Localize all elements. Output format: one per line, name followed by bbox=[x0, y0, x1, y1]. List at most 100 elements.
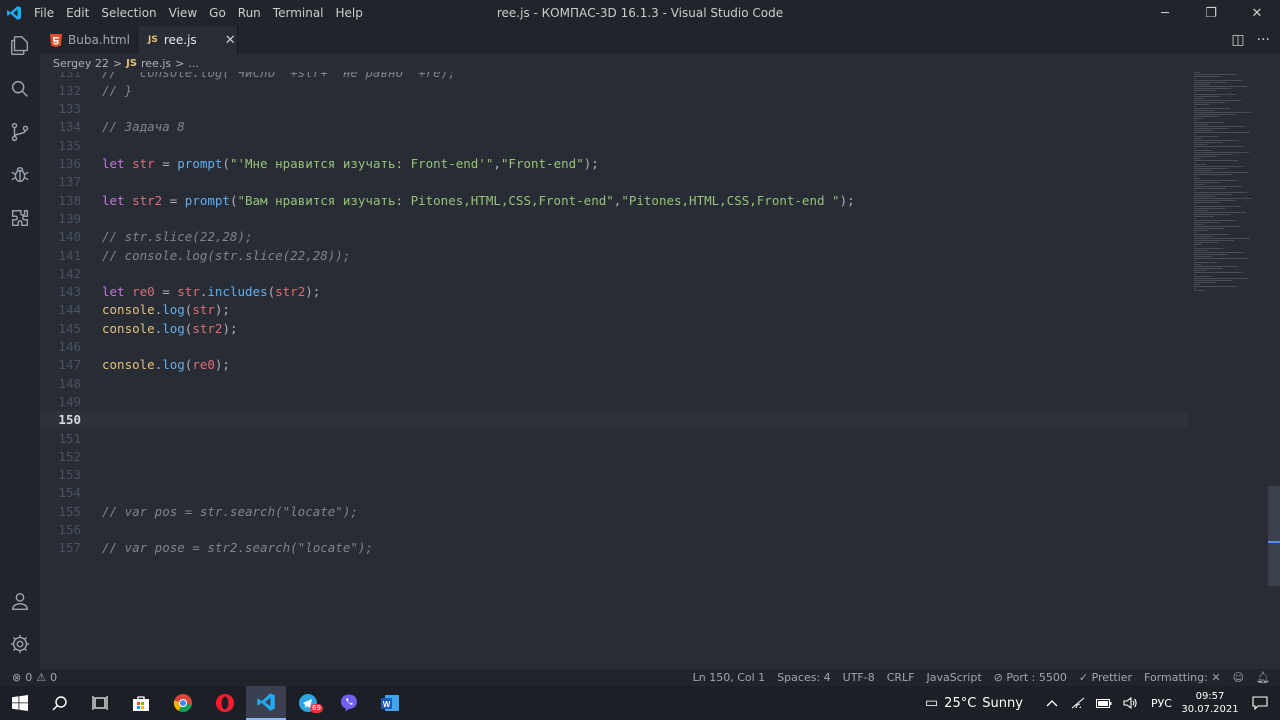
notifications-bell-icon[interactable]: 🔔︎ bbox=[1256, 671, 1270, 684]
prettier-status[interactable]: ✓ Prettier bbox=[1079, 671, 1132, 684]
notification-center-icon[interactable] bbox=[1240, 686, 1280, 720]
live-server-port[interactable]: ⊘ Port : 5500 bbox=[994, 671, 1067, 684]
minimap-line bbox=[1194, 198, 1252, 199]
code-line[interactable]: 153 bbox=[40, 466, 1188, 484]
code-line[interactable]: 141 // console.log(str.slice(22,28)); bbox=[40, 247, 1188, 265]
menu-selection[interactable]: Selection bbox=[95, 0, 162, 26]
minimap-line bbox=[1194, 246, 1196, 247]
store-icon[interactable] bbox=[121, 686, 161, 720]
explorer-icon[interactable] bbox=[0, 26, 40, 66]
formatting-status[interactable]: Formatting: ✕ bbox=[1144, 671, 1221, 684]
close-tab-icon[interactable]: ✕ bbox=[225, 33, 236, 48]
menu-file[interactable]: File bbox=[28, 0, 60, 26]
tab-ree-js[interactable]: JS ree.js ✕ bbox=[138, 26, 238, 54]
code-line[interactable]: 132 // } bbox=[40, 82, 1188, 100]
code-line[interactable]: 146 bbox=[40, 338, 1188, 356]
menu-go[interactable]: Go bbox=[203, 0, 232, 26]
scrollbar-thumb[interactable] bbox=[1268, 486, 1280, 586]
minimap-line bbox=[1194, 108, 1230, 109]
start-windows-icon[interactable] bbox=[0, 686, 40, 720]
battery-icon[interactable] bbox=[1091, 686, 1117, 720]
code-line[interactable]: 151 bbox=[40, 430, 1188, 448]
vertical-scrollbar[interactable] bbox=[1268, 72, 1280, 669]
minimap-line bbox=[1194, 242, 1218, 243]
code-line[interactable]: 149 bbox=[40, 393, 1188, 411]
code-line[interactable]: 131 // console.log("Число "+str+" не равн… bbox=[40, 72, 1188, 82]
code-line[interactable]: 150 bbox=[40, 411, 1188, 430]
code-token: // console.log(str.slice(22,28)); bbox=[102, 247, 351, 263]
code-line[interactable]: 142 bbox=[40, 265, 1188, 283]
volume-icon[interactable] bbox=[1117, 686, 1143, 720]
code-line[interactable]: 145 console.log(str2); bbox=[40, 320, 1188, 338]
menu-terminal[interactable]: Terminal bbox=[267, 0, 330, 26]
menu-run[interactable]: Run bbox=[232, 0, 267, 26]
opera-icon[interactable] bbox=[205, 686, 245, 720]
code-line[interactable]: 140 // str.slice(22,28); bbox=[40, 228, 1188, 246]
line-number: 143 bbox=[58, 284, 81, 300]
minimap[interactable] bbox=[1190, 72, 1268, 669]
code-line[interactable]: 148 bbox=[40, 375, 1188, 393]
menu-view[interactable]: View bbox=[163, 0, 203, 26]
menu-help[interactable]: Help bbox=[330, 0, 369, 26]
code-line[interactable]: 143 let re0 = str.includes(str2); bbox=[40, 283, 1188, 301]
breadcrumb-symbols[interactable]: ... bbox=[188, 57, 199, 70]
vscode-taskbar-icon[interactable] bbox=[246, 686, 286, 720]
code-line[interactable]: 139 bbox=[40, 210, 1188, 228]
code-line[interactable]: 134 // Задача 8 bbox=[40, 118, 1188, 136]
indentation[interactable]: Spaces: 4 bbox=[777, 671, 830, 684]
weather-widget[interactable]: ▭ 25°C Sunny bbox=[925, 695, 1023, 711]
more-actions-icon[interactable]: ··· bbox=[1257, 32, 1270, 48]
editor-actions: ◫ ··· bbox=[1231, 26, 1270, 54]
settings-gear-icon[interactable] bbox=[0, 624, 40, 664]
taskbar-search-icon[interactable] bbox=[40, 686, 80, 720]
menu-edit[interactable]: Edit bbox=[60, 0, 95, 26]
viber-icon[interactable] bbox=[329, 686, 369, 720]
code-line[interactable]: 135 bbox=[40, 137, 1188, 155]
end-of-line[interactable]: CRLF bbox=[887, 671, 915, 684]
network-icon[interactable] bbox=[1065, 686, 1091, 720]
chrome-icon[interactable] bbox=[163, 686, 203, 720]
maximize-button[interactable]: ❐ bbox=[1188, 0, 1234, 26]
input-language[interactable]: РУС bbox=[1151, 697, 1172, 710]
encoding[interactable]: UTF-8 bbox=[843, 671, 875, 684]
code-line[interactable]: 137 bbox=[40, 173, 1188, 191]
minimap-line bbox=[1194, 234, 1229, 235]
breadcrumb-folder[interactable]: Sergey 22 bbox=[53, 57, 109, 70]
code-line[interactable]: 147 console.log(re0); bbox=[40, 356, 1188, 374]
code-line[interactable]: 155 // var pos = str.search("locate"); bbox=[40, 503, 1188, 521]
close-window-button[interactable]: ✕ bbox=[1234, 0, 1280, 26]
debug-icon[interactable] bbox=[0, 155, 40, 195]
code-editor[interactable]: 131 // console.log("Число "+str+" не равн… bbox=[40, 72, 1190, 669]
code-line[interactable]: 144 console.log(str); bbox=[40, 301, 1188, 319]
telegram-icon[interactable]: 69 bbox=[288, 686, 328, 720]
code-line[interactable]: 156 bbox=[40, 521, 1188, 539]
word-icon[interactable]: W bbox=[370, 686, 410, 720]
code-line[interactable]: 157 // var pose = str2.search("locate"); bbox=[40, 539, 1188, 557]
code-line[interactable]: 152 bbox=[40, 448, 1188, 466]
code-line[interactable]: 136 let str = prompt("'Мне нравится изуча… bbox=[40, 155, 1188, 173]
language-mode[interactable]: JavaScript bbox=[927, 671, 982, 684]
feedback-icon[interactable]: ☺ bbox=[1233, 671, 1244, 684]
code-line[interactable]: 133 bbox=[40, 100, 1188, 118]
minimize-button[interactable]: ─ bbox=[1142, 0, 1188, 26]
code-token: console bbox=[102, 302, 155, 318]
line-number: 151 bbox=[58, 430, 81, 446]
split-editor-icon[interactable]: ◫ bbox=[1231, 32, 1244, 48]
code-line[interactable]: 154 bbox=[40, 484, 1188, 502]
search-icon[interactable] bbox=[0, 69, 40, 109]
source-control-icon[interactable] bbox=[0, 112, 40, 152]
task-view-icon[interactable] bbox=[80, 686, 120, 720]
code-line[interactable]: 138 let str2 = prompt("Вам нравится изуча… bbox=[40, 192, 1188, 210]
cursor-position[interactable]: Ln 150, Col 1 bbox=[693, 671, 766, 684]
breadcrumb-separator: > bbox=[175, 56, 185, 70]
breadcrumb-file[interactable]: ree.js bbox=[141, 57, 171, 70]
problems-indicator[interactable]: ⊗ 0 ⚠ 0 bbox=[12, 671, 57, 684]
clock[interactable]: 09:57 30.07.2021 bbox=[1180, 690, 1240, 716]
account-icon[interactable] bbox=[0, 581, 40, 621]
tab-buba-html[interactable]: Buba.html bbox=[40, 26, 138, 54]
extensions-icon[interactable] bbox=[0, 198, 40, 238]
chevron-up-icon[interactable] bbox=[1039, 686, 1065, 720]
code-token: // var pos = str.search("locate"); bbox=[102, 503, 358, 519]
minimap-line bbox=[1194, 222, 1219, 223]
code-token: re0 bbox=[132, 284, 155, 300]
